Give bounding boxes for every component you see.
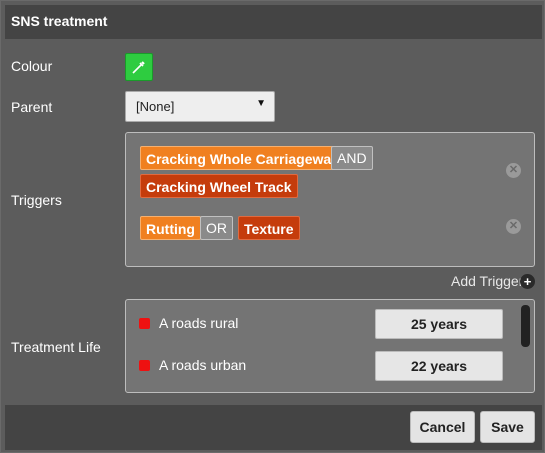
scrollbar-thumb[interactable] [521, 305, 530, 347]
dialog-titlebar: SNS treatment [5, 5, 542, 39]
treatment-life-label: Treatment Life [11, 339, 101, 355]
add-trigger-link[interactable]: Add Trigger [451, 273, 523, 289]
status-dot [139, 360, 150, 371]
trigger-chip[interactable]: Cracking Whole Carriageway [140, 146, 345, 170]
parent-label: Parent [11, 99, 53, 115]
remove-trigger-icon[interactable]: ✕ [506, 219, 521, 234]
treatment-life-input[interactable]: 22 years [375, 351, 503, 381]
road-class-label: A roads rural [159, 315, 239, 331]
status-dot [139, 318, 150, 329]
triggers-panel: Cracking Whole Carriageway AND Cracking … [125, 132, 535, 267]
trigger-chip[interactable]: Cracking Wheel Track [140, 174, 298, 198]
trigger-chip[interactable]: Texture [238, 216, 300, 240]
treatment-life-input[interactable]: 25 years [375, 309, 503, 339]
treatment-life-panel: A roads rural 25 years A roads urban 22 … [125, 299, 535, 393]
triggers-label: Triggers [11, 192, 62, 208]
parent-select-value: [None] [136, 99, 175, 114]
treatment-dialog: SNS treatment Colour Parent [None] ▼ Tri… [0, 0, 545, 453]
parent-select[interactable]: [None] ▼ [125, 91, 275, 122]
cancel-button[interactable]: Cancel [410, 411, 475, 443]
colour-label: Colour [11, 58, 53, 74]
dialog-title: SNS treatment [11, 13, 108, 29]
save-button[interactable]: Save [480, 411, 535, 443]
road-class-label: A roads urban [159, 357, 247, 373]
trigger-chip[interactable]: Rutting [140, 216, 201, 240]
trigger-operator[interactable]: AND [331, 146, 373, 170]
remove-trigger-icon[interactable]: ✕ [506, 163, 521, 178]
colour-picker-button[interactable] [125, 53, 153, 81]
add-icon[interactable]: + [520, 274, 535, 289]
trigger-operator[interactable]: OR [200, 216, 233, 240]
dropdown-arrow-icon: ▼ [256, 98, 266, 109]
eyedropper-icon [132, 61, 145, 74]
